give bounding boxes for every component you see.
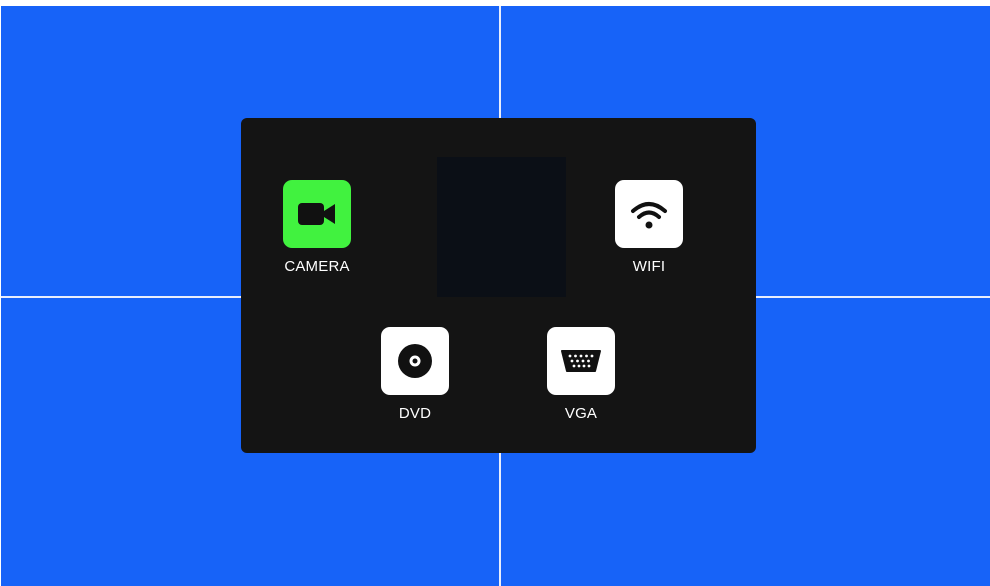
vga-port-icon bbox=[560, 348, 602, 374]
video-camera-icon bbox=[297, 201, 337, 227]
source-camera-button[interactable]: CAMERA bbox=[267, 180, 367, 275]
source-wifi-tile[interactable] bbox=[615, 180, 683, 248]
source-dvd-button[interactable]: DVD bbox=[365, 327, 465, 422]
input-source-menu: CAMERA WIFI DVD VGA bbox=[241, 118, 756, 453]
wifi-icon bbox=[629, 197, 669, 231]
source-wifi-button[interactable]: WIFI bbox=[599, 180, 699, 275]
source-wifi-label: WIFI bbox=[632, 258, 666, 275]
disc-icon bbox=[395, 341, 435, 381]
source-camera-tile[interactable] bbox=[283, 180, 351, 248]
source-dvd-label: DVD bbox=[398, 405, 432, 422]
source-camera-label: CAMERA bbox=[284, 258, 350, 275]
source-vga-label: VGA bbox=[564, 405, 598, 422]
source-vga-button[interactable]: VGA bbox=[531, 327, 631, 422]
source-dvd-tile[interactable] bbox=[381, 327, 449, 395]
source-vga-tile[interactable] bbox=[547, 327, 615, 395]
source-preview-area bbox=[437, 157, 566, 297]
